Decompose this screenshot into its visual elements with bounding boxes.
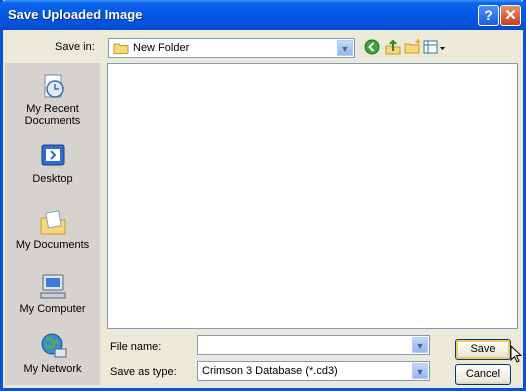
place-my-computer[interactable]: My Computer [5,271,100,315]
save-as-type-value: Crimson 3 Database (*.cd3) [202,365,338,377]
desktop-icon [41,144,64,166]
place-my-documents[interactable]: My Documents [5,207,100,251]
views-menu-icon[interactable] [423,38,447,56]
chevron-down-icon[interactable]: ▼ [412,363,428,379]
place-desktop[interactable]: Desktop [5,141,100,185]
save-button[interactable]: Save [455,339,511,360]
places-bar: My Recent Documents Desktop My Documents… [5,63,100,385]
place-label: My Computer [19,303,86,315]
my-network-icon [41,333,66,358]
up-folder-icon[interactable] [384,38,402,56]
mouse-cursor-icon [510,345,522,363]
place-label: My Recent Documents [24,103,81,127]
save-as-type-dropdown[interactable]: Crimson 3 Database (*.cd3) ▼ [197,361,430,381]
save-in-value: New Folder [133,42,190,54]
place-label: Desktop [32,173,73,185]
file-name-label: File name: [110,341,162,353]
help-button[interactable]: ? [478,5,499,26]
window-title: Save Uploaded Image [8,7,143,22]
file-name-field[interactable]: ▼ [197,335,430,355]
save-in-dropdown[interactable]: New Folder ▼ [108,38,355,58]
save-in-label: Save in: [55,41,95,53]
chevron-down-icon[interactable]: ▼ [412,337,428,353]
recent-documents-icon [44,74,64,98]
chevron-down-icon[interactable]: ▼ [337,40,353,56]
save-as-type-label: Save as type: [110,366,177,378]
place-label: My Network [23,363,82,375]
folder-icon [113,43,129,55]
cancel-button[interactable]: Cancel [455,364,511,385]
new-folder-icon[interactable] [404,38,422,56]
file-list[interactable] [107,63,518,329]
place-my-network[interactable]: My Network [5,331,100,375]
place-label: My Documents [15,239,90,251]
my-computer-icon [40,274,65,299]
my-documents-icon [40,210,65,235]
title-bar[interactable]: Save Uploaded Image ? ✕ [0,0,526,30]
close-button[interactable]: ✕ [500,5,521,26]
back-icon[interactable] [363,38,381,56]
place-recent-documents[interactable]: My Recent Documents [5,71,100,127]
